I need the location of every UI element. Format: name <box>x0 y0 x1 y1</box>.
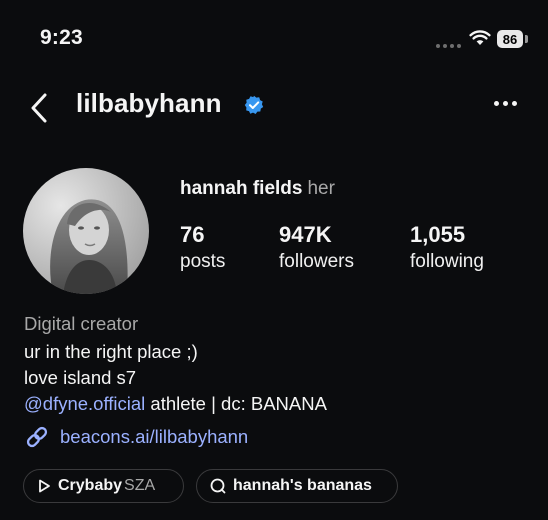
bio-external-link[interactable]: beacons.ai/lilbabyhann <box>24 424 248 450</box>
channel-chip[interactable]: hannah's bananas <box>196 469 398 503</box>
profile-avatar[interactable] <box>23 168 149 294</box>
battery-indicator: 86 <box>497 30 523 48</box>
play-icon <box>39 479 50 493</box>
battery-tip <box>525 35 528 43</box>
stat-value: 947K <box>279 222 332 247</box>
bio-line: love island s7 <box>24 367 137 388</box>
following-count[interactable]: 1,055 following <box>410 222 484 274</box>
verified-badge-icon <box>244 95 264 120</box>
bio-line: @dfyne.official athlete | dc: BANANA <box>24 392 327 416</box>
status-time: 9:23 <box>40 26 83 49</box>
bio-line: ur in the right place ;) <box>24 341 198 362</box>
full-name-text: hannah fields <box>180 178 303 199</box>
more-options-button[interactable] <box>494 101 517 106</box>
dot-icon <box>512 101 517 106</box>
back-button[interactable] <box>28 92 50 129</box>
wifi-icon <box>469 30 491 51</box>
music-chip[interactable]: Crybaby SZA <box>23 469 184 503</box>
stat-label: followers <box>279 251 354 272</box>
stat-label: posts <box>180 251 226 272</box>
link-icon <box>26 426 48 448</box>
pronouns: her <box>307 178 335 199</box>
followers-count[interactable]: 947K followers <box>279 222 354 274</box>
dot-icon <box>494 101 499 106</box>
chip-title: Crybaby <box>58 477 123 494</box>
profile-username: lilbabyhann <box>76 88 222 118</box>
dot-icon <box>503 101 508 106</box>
bio-mention-link[interactable]: @dfyne.official <box>24 393 145 414</box>
chevron-left-icon <box>31 93 47 123</box>
bio-category: Digital creator <box>24 313 139 334</box>
stat-value: 76 <box>180 222 205 247</box>
stat-value: 1,055 <box>410 222 466 247</box>
stat-label: following <box>410 251 484 272</box>
posts-count[interactable]: 76 posts <box>180 222 225 274</box>
chip-subtitle: SZA <box>124 477 156 494</box>
cellular-signal-icon <box>436 44 461 48</box>
bio-line-text: athlete | dc: BANANA <box>145 393 327 414</box>
chip-title: hannah's bananas <box>233 477 372 494</box>
chat-bubble-icon <box>210 478 226 494</box>
profile-full-name: hannah fields her <box>180 178 335 200</box>
link-text: beacons.ai/lilbabyhann <box>60 426 249 447</box>
